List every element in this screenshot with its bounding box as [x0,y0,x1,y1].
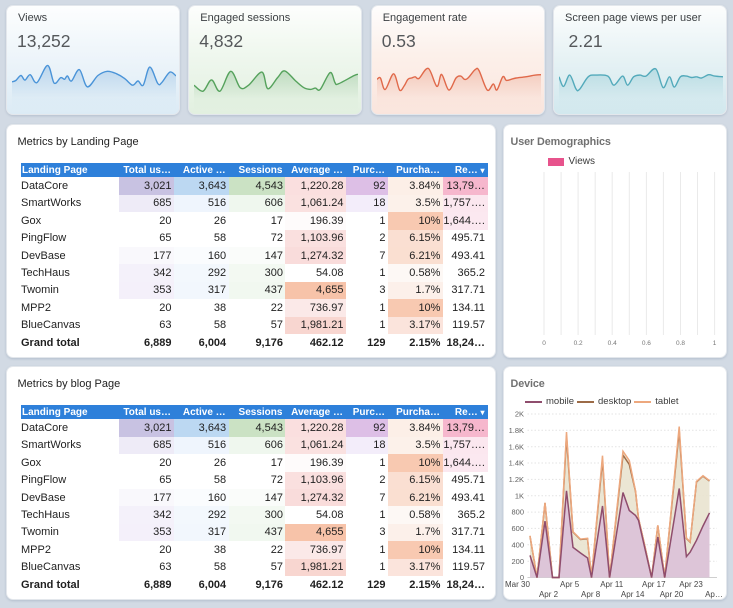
svg-text:800: 800 [511,508,524,517]
svg-text:Apr 11: Apr 11 [600,580,624,589]
svg-text:Apr 23: Apr 23 [679,580,703,589]
svg-text:200: 200 [511,557,524,566]
svg-text:Apr 14: Apr 14 [621,590,645,599]
svg-text:2K: 2K [515,410,524,419]
svg-text:0: 0 [542,340,546,347]
svg-text:Apr 8: Apr 8 [581,590,601,599]
svg-text:1: 1 [713,340,717,347]
svg-text:1.6K: 1.6K [509,442,524,451]
svg-text:0.4: 0.4 [608,340,617,347]
svg-text:Apr 5: Apr 5 [560,580,580,589]
svg-text:Ap…: Ap… [705,590,723,599]
svg-text:1.8K: 1.8K [509,426,524,435]
svg-text:400: 400 [511,540,524,549]
svg-text:1K: 1K [515,491,524,500]
svg-text:Mar 30: Mar 30 [505,580,530,589]
svg-text:1.2K: 1.2K [509,475,524,484]
svg-text:600: 600 [511,524,524,533]
svg-text:Apr 20: Apr 20 [660,590,684,599]
svg-text:0.8: 0.8 [676,340,685,347]
svg-text:Apr 2: Apr 2 [539,590,559,599]
svg-text:0.2: 0.2 [574,340,583,347]
svg-text:0.6: 0.6 [642,340,651,347]
svg-text:Apr 17: Apr 17 [642,580,666,589]
svg-text:1.4K: 1.4K [509,459,524,468]
